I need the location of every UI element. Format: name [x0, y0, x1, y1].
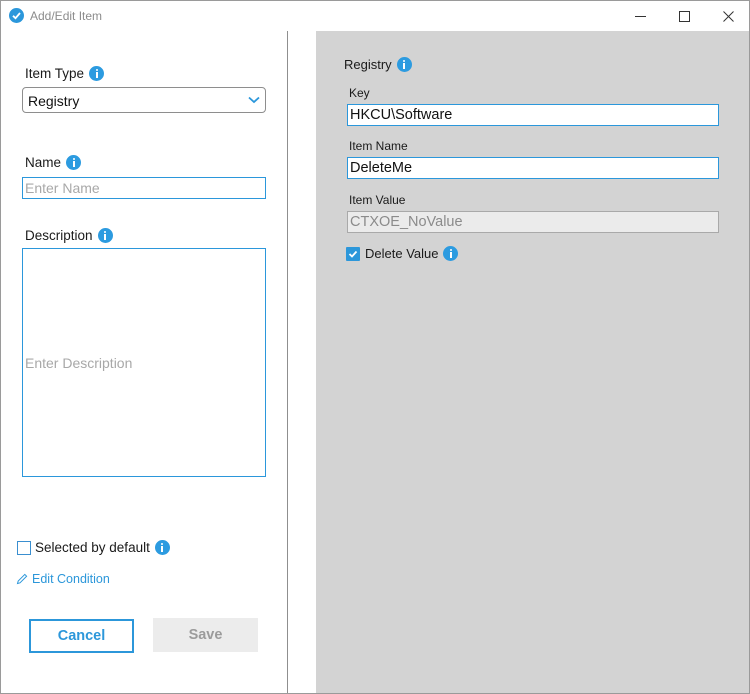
- description-label: Description: [25, 228, 93, 243]
- item-name-label: Item Name: [349, 139, 408, 153]
- add-edit-item-window: Add/Edit Item Item Type Registry Name En…: [0, 0, 750, 694]
- item-type-selected: Registry: [28, 93, 80, 109]
- info-icon[interactable]: [443, 246, 459, 261]
- selected-by-default-checkbox[interactable]: [17, 541, 31, 555]
- maximize-button[interactable]: [661, 1, 707, 31]
- edit-condition-link[interactable]: Edit Condition: [16, 572, 110, 586]
- item-type-label-row: Item Type: [25, 66, 105, 81]
- delete-value-label: Delete Value: [365, 246, 439, 261]
- delete-value-row: Delete Value: [365, 246, 459, 261]
- item-value-label: Item Value: [349, 193, 406, 207]
- chevron-down-icon: [248, 96, 260, 104]
- name-label-row: Name: [25, 155, 82, 170]
- checkmark-icon: [348, 250, 358, 258]
- pencil-icon: [16, 573, 28, 585]
- minimize-icon: [634, 15, 646, 17]
- name-label: Name: [25, 155, 62, 170]
- close-icon: [722, 10, 734, 22]
- info-icon[interactable]: [396, 57, 412, 72]
- right-panel: Registry Key HKCU\Software Item Name Del…: [316, 31, 749, 693]
- save-button[interactable]: Save: [153, 618, 258, 652]
- close-button[interactable]: [705, 1, 750, 31]
- info-icon[interactable]: [66, 155, 82, 170]
- selected-by-default-row: Selected by default: [35, 540, 170, 555]
- description-placeholder: Enter Description: [25, 355, 133, 371]
- edit-condition-label: Edit Condition: [32, 572, 110, 586]
- window-title: Add/Edit Item: [30, 9, 103, 23]
- item-type-select[interactable]: Registry: [22, 87, 266, 113]
- description-label-row: Description: [25, 228, 113, 243]
- item-name-input[interactable]: DeleteMe: [347, 157, 719, 179]
- info-icon[interactable]: [97, 228, 113, 243]
- info-icon[interactable]: [89, 66, 105, 81]
- info-icon[interactable]: [154, 540, 170, 555]
- item-type-label: Item Type: [25, 66, 85, 81]
- panel-divider: [287, 31, 288, 693]
- description-textarea[interactable]: Enter Description: [22, 248, 266, 477]
- selected-by-default-label: Selected by default: [35, 540, 150, 555]
- left-panel: Item Type Registry Name Enter Name Descr…: [1, 31, 287, 693]
- registry-section-title-row: Registry: [344, 57, 412, 72]
- title-bar: Add/Edit Item: [1, 1, 749, 31]
- key-label: Key: [349, 86, 370, 100]
- check-circle-icon: [9, 8, 24, 23]
- delete-value-checkbox[interactable]: [346, 247, 360, 261]
- registry-section-title: Registry: [344, 57, 392, 72]
- cancel-button[interactable]: Cancel: [29, 619, 134, 653]
- key-input[interactable]: HKCU\Software: [347, 104, 719, 126]
- minimize-button[interactable]: [617, 1, 663, 31]
- name-input[interactable]: Enter Name: [22, 177, 266, 199]
- item-value-input: CTXOE_NoValue: [347, 211, 719, 233]
- maximize-icon: [678, 10, 690, 22]
- name-placeholder: Enter Name: [25, 180, 100, 196]
